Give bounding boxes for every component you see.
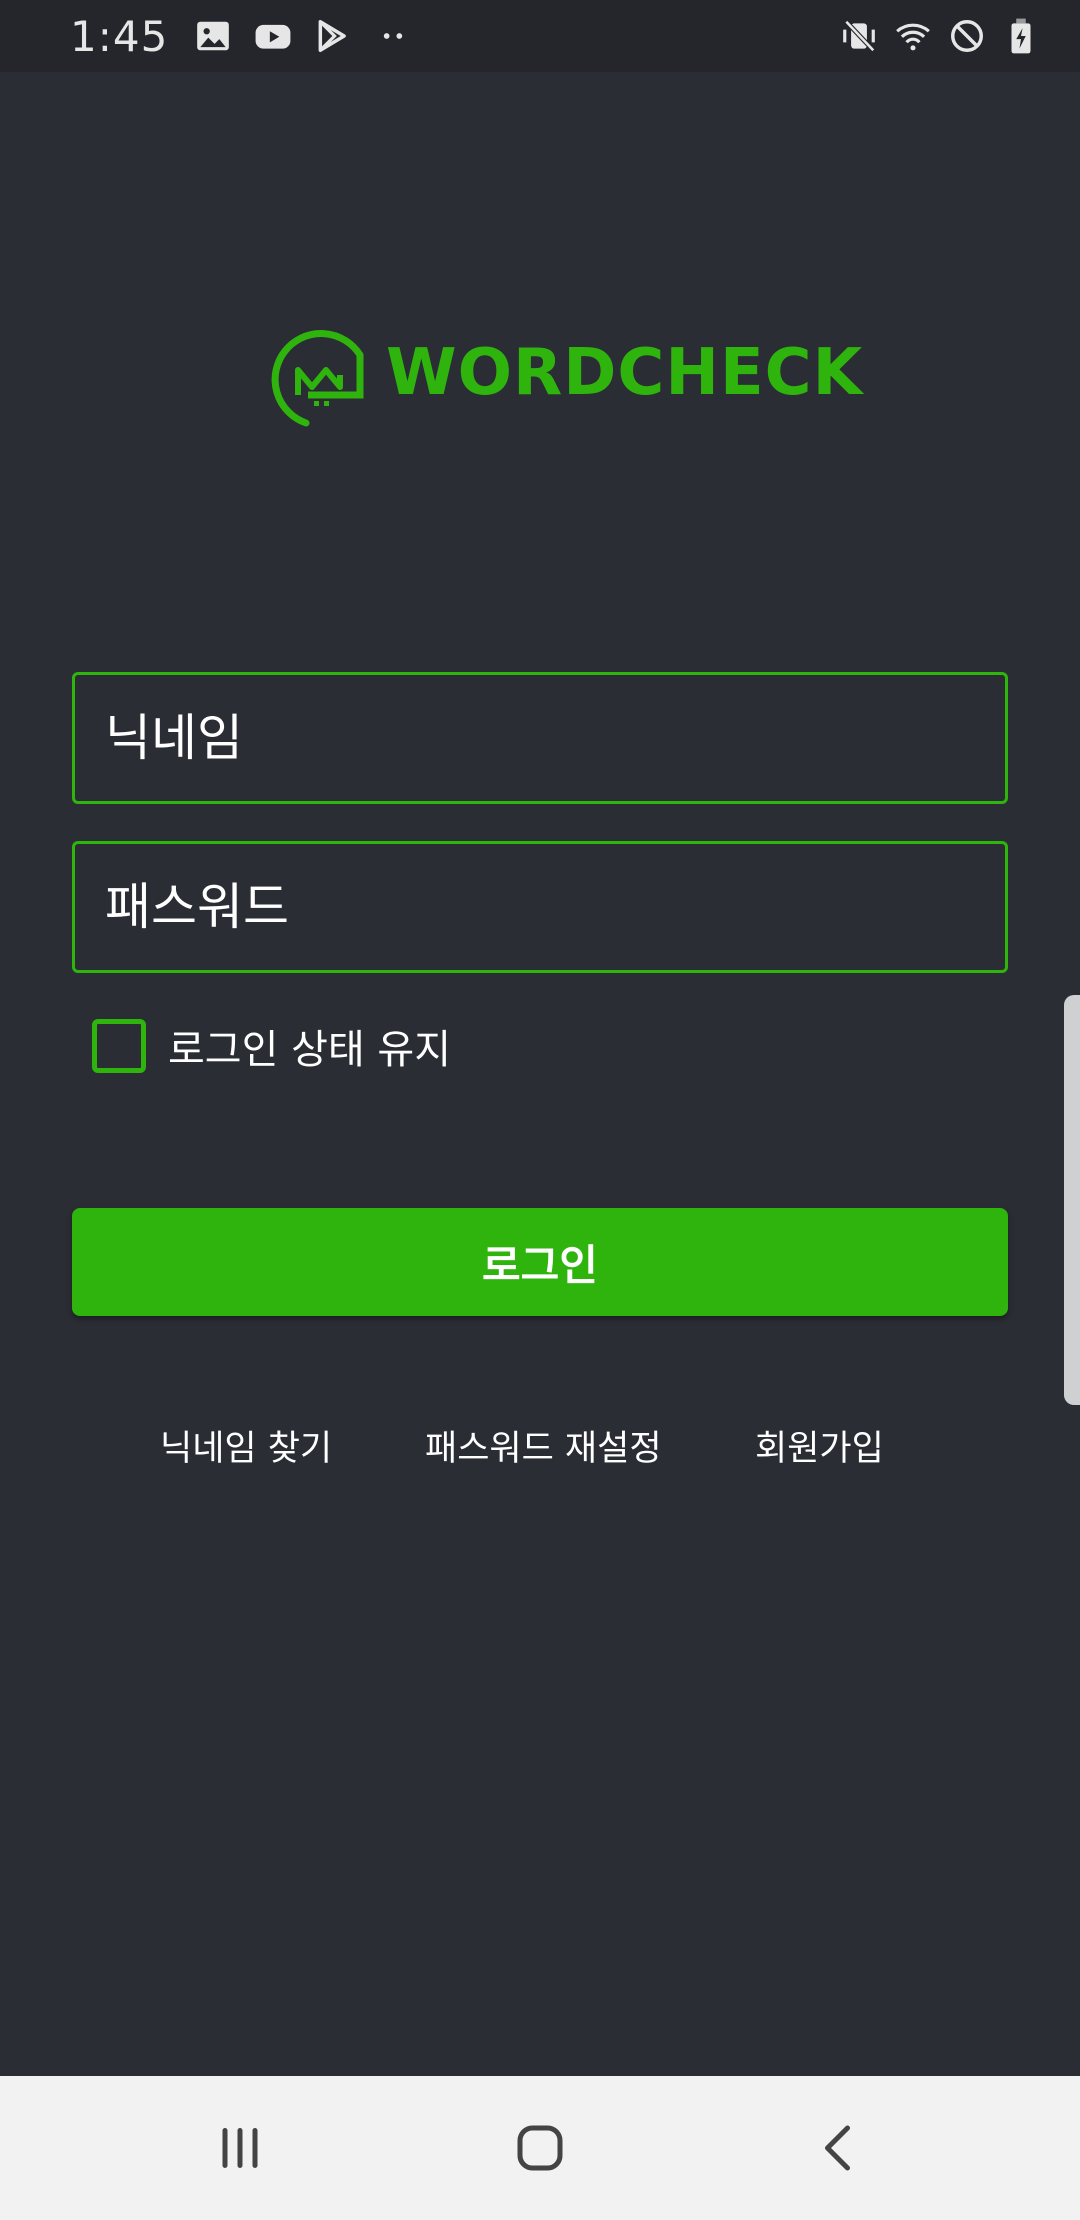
home-button[interactable] xyxy=(480,2098,600,2198)
login-button[interactable]: 로그인 xyxy=(72,1208,1008,1316)
vibrate-mute-icon xyxy=(840,17,878,55)
app-logo: WORDCHECK xyxy=(268,315,863,430)
play-store-icon xyxy=(314,17,352,55)
recent-apps-button[interactable] xyxy=(180,2098,300,2198)
home-icon xyxy=(517,2125,563,2171)
edge-panel-handle[interactable] xyxy=(1064,995,1080,1405)
notification-icons xyxy=(194,17,412,55)
nickname-input[interactable] xyxy=(105,675,1005,801)
wordcheck-logo-icon xyxy=(271,330,364,427)
status-time: 1:45 xyxy=(70,11,169,61)
password-field[interactable] xyxy=(72,841,1008,973)
back-icon xyxy=(825,2125,850,2171)
battery-charging-icon xyxy=(1002,17,1040,55)
navigation-bar xyxy=(0,2076,1080,2220)
signup-link[interactable]: 회원가입 xyxy=(755,1420,884,1471)
logo-text: WORDCHECK xyxy=(386,335,864,410)
more-dots-icon xyxy=(374,17,412,55)
remember-login-checkbox[interactable] xyxy=(92,1019,146,1073)
recent-apps-icon xyxy=(222,2128,258,2168)
nickname-field[interactable] xyxy=(72,672,1008,804)
password-input[interactable] xyxy=(105,844,1005,970)
status-bar: 1:45 xyxy=(0,0,1080,72)
remember-login-label[interactable]: 로그인 상태 유지 xyxy=(168,1017,451,1075)
youtube-icon xyxy=(254,17,292,55)
back-button[interactable] xyxy=(780,2098,900,2198)
remember-login-row[interactable]: 로그인 상태 유지 xyxy=(92,1016,451,1076)
reset-password-link[interactable]: 패스워드 재설정 xyxy=(425,1420,662,1471)
find-nickname-link[interactable]: 닉네임 찾기 xyxy=(160,1420,332,1471)
image-icon xyxy=(194,17,232,55)
wifi-icon xyxy=(894,17,932,55)
system-icons xyxy=(840,17,1040,55)
do-not-disturb-icon xyxy=(948,17,986,55)
login-screen: 1:45 WORDCHECK 닉네임 로그인 상태 유지 로그인 닉네임 찾기 … xyxy=(0,0,1080,2220)
